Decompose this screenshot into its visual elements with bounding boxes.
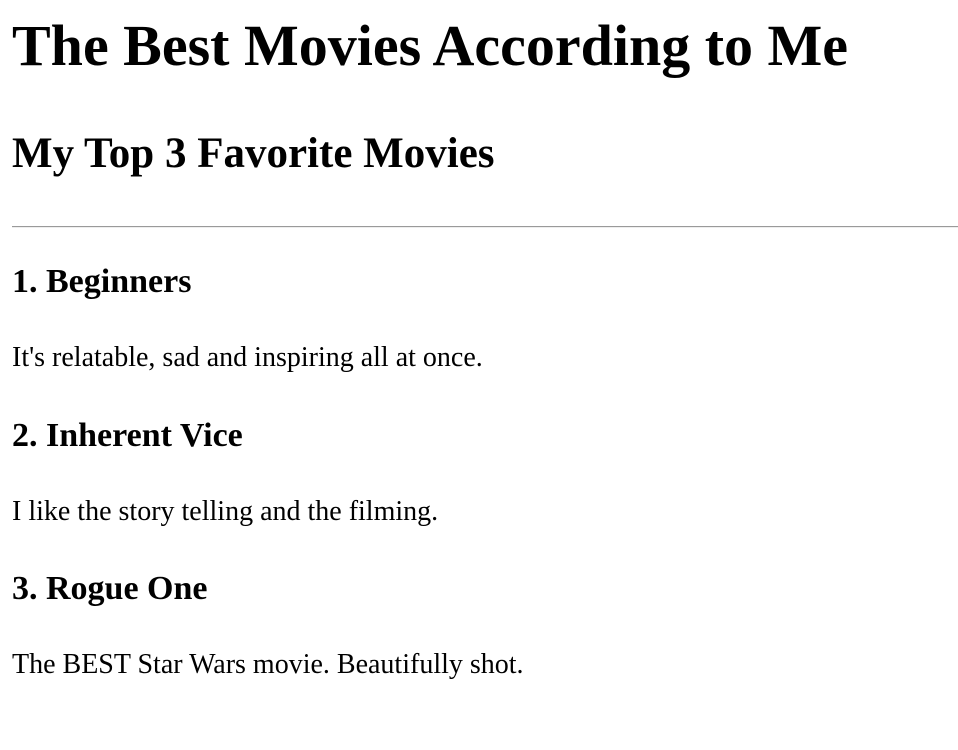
horizontal-divider: [12, 226, 958, 228]
movie-description-inherent-vice: I like the story telling and the filming…: [12, 496, 439, 527]
page-subtitle: My Top 3 Favorite Movies: [12, 130, 495, 177]
movie-heading-rogue-one: 3. Rogue One: [12, 570, 208, 607]
page-title: The Best Movies According to Me: [12, 13, 849, 78]
movie-description-beginners: It's relatable, sad and inspiring all at…: [12, 342, 483, 373]
movie-description-rogue-one: The BEST Star Wars movie. Beautifully sh…: [12, 649, 524, 680]
movie-heading-beginners: 1. Beginners: [12, 263, 192, 300]
movie-heading-inherent-vice: 2. Inherent Vice: [12, 417, 243, 454]
